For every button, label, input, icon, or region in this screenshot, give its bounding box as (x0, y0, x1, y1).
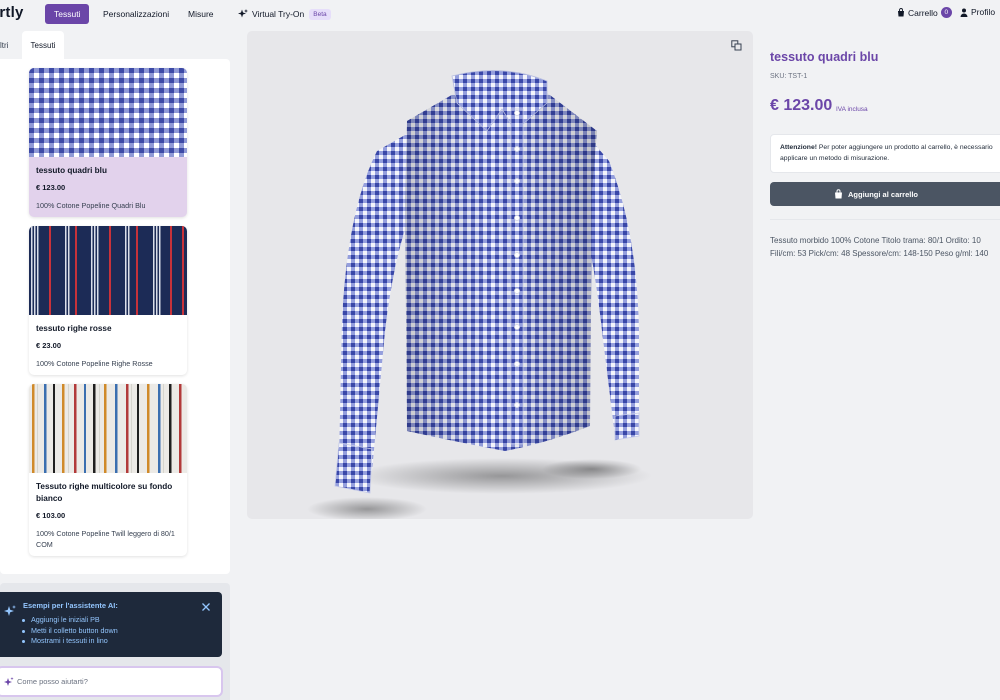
assistant-example[interactable]: Mostrami i tessuti in lino (22, 636, 118, 647)
assistant-input[interactable] (17, 677, 207, 686)
add-to-cart-button[interactable]: Aggiungi al carrello (770, 182, 1000, 206)
cart-button[interactable]: Carrello 0 (897, 7, 952, 18)
cart-count-badge: 0 (940, 7, 952, 18)
product-description-line: Fili/cm: 53 Pick/cm: 48 Spessore/cm: 148… (770, 249, 989, 258)
sparkle-icon (238, 9, 248, 19)
fabric-title: Tessuto righe multicolore su fondo bianc… (36, 482, 173, 503)
assistant-example[interactable]: Metti il colletto button down (22, 626, 118, 637)
bag-icon (834, 189, 843, 199)
nav-tessuti[interactable]: Tessuti (45, 4, 90, 24)
sparkle-icon (4, 676, 14, 687)
assistant-input-box[interactable] (0, 666, 223, 697)
fabric-description: 100% Cotone Popeline Quadri Blu (36, 201, 146, 210)
profile-label: Profilo (971, 7, 996, 17)
assistant-examples-box: Esempi per l'assistente AI: Aggiungi le … (0, 592, 222, 657)
nav-virtual-try-on[interactable]: Virtual Try-On Beta (229, 4, 340, 24)
fabric-price: € 23.00 (36, 341, 62, 350)
fabric-card[interactable]: tessuto quadri blu € 123.00 100% Cotone … (29, 68, 187, 217)
brand-logo[interactable]: irtly (0, 4, 24, 21)
close-icon[interactable] (201, 599, 211, 611)
add-to-cart-label: Aggiungi al carrello (847, 189, 918, 199)
fabric-title: tessuto righe rosse (36, 324, 112, 333)
user-icon (960, 8, 968, 17)
product-price: € 123.00 (770, 97, 833, 114)
beta-badge: Beta (309, 8, 331, 20)
nav-virtual-try-on-label: Virtual Try-On (252, 9, 305, 19)
tab-filtri-label: ltri (0, 40, 9, 50)
fabric-price: € 103.00 (36, 511, 66, 520)
nav-misure[interactable]: Misure (179, 4, 223, 24)
fabric-description: 100% Cotone Popeline Righe Rosse (36, 359, 153, 368)
fabric-swatch-multicolor-stripes (29, 384, 187, 473)
product-image-viewer (247, 31, 753, 519)
fabric-description: 100% Cotone Popeline Twill leggero di 80… (36, 529, 175, 549)
vat-label: IVA inclusa (836, 106, 868, 113)
measurement-notice: Attenzione! Per poter aggiungere un prod… (770, 134, 1000, 173)
notice-bold: Attenzione! (780, 144, 818, 151)
cart-label: Carrello (908, 7, 938, 18)
fabric-swatch-gingham (29, 68, 187, 157)
assistant-example[interactable]: Aggiungi le iniziali PB (22, 615, 118, 626)
assistant-examples-list: Aggiungi le iniziali PB Metti il collett… (22, 615, 118, 647)
product-description-line: Tessuto morbido 100% Cotone Titolo trama… (770, 236, 981, 245)
cart-icon (897, 8, 905, 17)
tab-tessuti-label: Tessuti (30, 40, 56, 50)
fabric-card[interactable]: Tessuto righe multicolore su fondo bianc… (29, 384, 187, 556)
product-description: Tessuto morbido 100% Cotone Titolo trama… (770, 234, 1000, 260)
product-title: tessuto quadri blu (770, 50, 879, 64)
profile-button[interactable]: Profilo (960, 7, 995, 17)
fabric-swatch-red-stripes (29, 226, 187, 315)
nav-misure-label: Misure (188, 9, 214, 19)
sparkle-icon (4, 604, 16, 622)
fabric-card[interactable]: tessuto righe rosse € 23.00 100% Cotone … (29, 226, 187, 375)
compare-icon[interactable] (728, 37, 744, 53)
tab-filtri[interactable]: ltri (0, 31, 22, 59)
assistant-heading: Esempi per l'assistente AI: (23, 601, 118, 610)
fabric-title: tessuto quadri blu (36, 166, 107, 175)
product-sku: SKU: TST-1 (770, 73, 808, 80)
nav-tessuti-label: Tessuti (54, 9, 81, 19)
divider (770, 219, 1000, 220)
tab-tessuti[interactable]: Tessuti (22, 31, 64, 59)
nav-personalizzazioni-label: Personalizzazioni (103, 9, 170, 19)
top-navigation: irtly Tessuti Personalizzazioni Misure V… (0, 0, 1000, 29)
shirt-image (307, 70, 652, 519)
fabric-price: € 123.00 (36, 183, 66, 192)
left-tabs: ltri Tessuti (0, 31, 230, 59)
nav-personalizzazioni[interactable]: Personalizzazioni (94, 4, 178, 24)
